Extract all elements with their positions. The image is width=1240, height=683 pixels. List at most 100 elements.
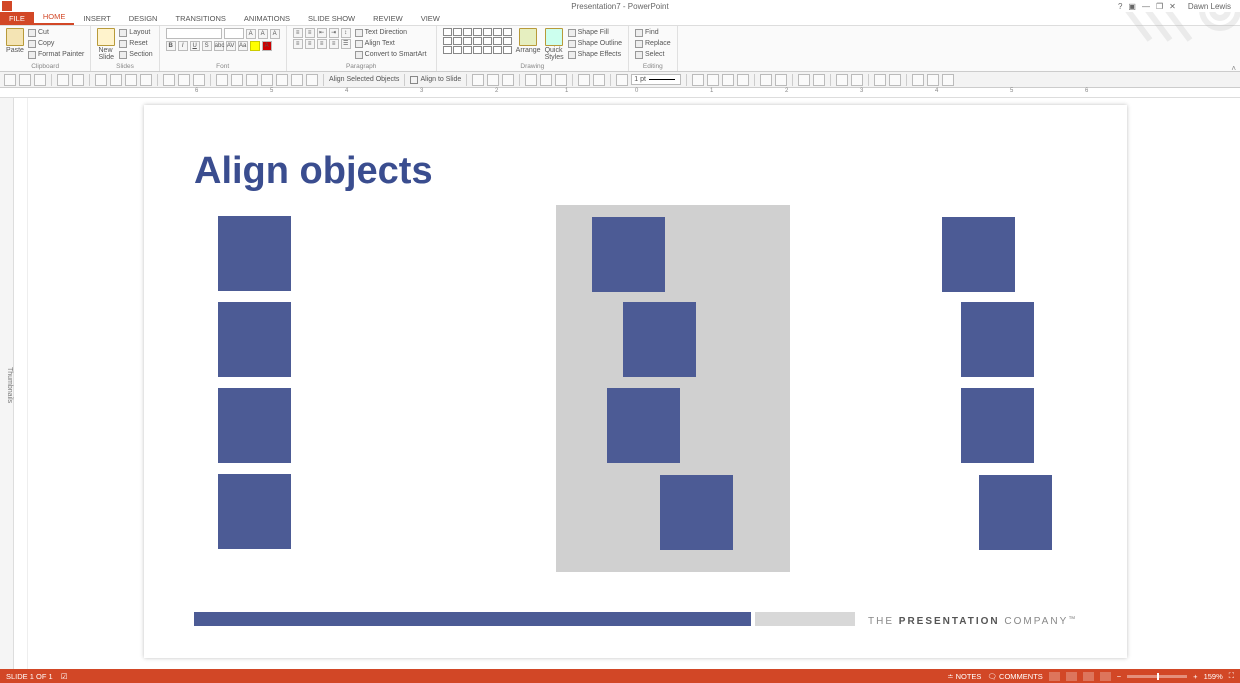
- decrease-font-button[interactable]: A: [258, 29, 268, 39]
- slide-info[interactable]: SLIDE 1 OF 1: [6, 672, 53, 681]
- qat-redo-button[interactable]: [72, 74, 84, 86]
- tab-view[interactable]: VIEW: [412, 12, 449, 25]
- shape-square[interactable]: [961, 388, 1034, 463]
- tb-button[interactable]: [616, 74, 628, 86]
- tb-button[interactable]: [912, 74, 924, 86]
- user-name[interactable]: Dawn Lewis: [1187, 2, 1232, 11]
- convert-smartart-button[interactable]: Convert to SmartArt: [355, 50, 427, 60]
- qat-undo-button[interactable]: [57, 74, 69, 86]
- clear-format-button[interactable]: A: [270, 29, 280, 39]
- ribbon-options-icon[interactable]: ▣: [1127, 2, 1137, 11]
- highlight-button[interactable]: [250, 41, 260, 51]
- increase-font-button[interactable]: A: [246, 29, 256, 39]
- tb-button[interactable]: [927, 74, 939, 86]
- reset-button[interactable]: Reset: [119, 39, 152, 49]
- layout-button[interactable]: Layout: [119, 28, 152, 38]
- tb-button[interactable]: [851, 74, 863, 86]
- comments-button[interactable]: 🗨 COMMENTS: [987, 672, 1042, 681]
- shape-square[interactable]: [218, 388, 291, 463]
- shape-square[interactable]: [961, 302, 1034, 377]
- help-icon[interactable]: ?: [1117, 2, 1123, 11]
- shape-square[interactable]: [660, 475, 733, 550]
- copy-button[interactable]: Copy: [28, 39, 84, 49]
- shape-square[interactable]: [942, 217, 1015, 292]
- zoom-in-button[interactable]: +: [1193, 672, 1197, 681]
- thumbnails-pane-collapsed[interactable]: Thumbnails: [0, 98, 14, 669]
- spellcheck-icon[interactable]: ☑: [61, 672, 68, 681]
- tb-button[interactable]: [140, 74, 152, 86]
- shape-square[interactable]: [218, 302, 291, 377]
- tb-button[interactable]: [942, 74, 954, 86]
- align-selected-label[interactable]: Align Selected Objects: [329, 76, 399, 83]
- tb-button[interactable]: [889, 74, 901, 86]
- qat-save-button[interactable]: [4, 74, 16, 86]
- tb-button[interactable]: [836, 74, 848, 86]
- quick-styles-button[interactable]: Quick Styles: [545, 28, 564, 61]
- slide-canvas[interactable]: Align objects THE PRESENTATION COMPANY™: [144, 105, 1127, 658]
- replace-button[interactable]: Replace: [635, 39, 671, 49]
- zoom-out-button[interactable]: −: [1117, 672, 1121, 681]
- align-center-button[interactable]: ≡: [305, 39, 315, 49]
- font-color-button[interactable]: A: [262, 41, 272, 51]
- zoom-level[interactable]: 159%: [1204, 672, 1223, 681]
- tb-button[interactable]: [555, 74, 567, 86]
- tb-button[interactable]: [874, 74, 886, 86]
- align-to-slide-checkbox[interactable]: Align to Slide: [410, 76, 461, 84]
- tb-button[interactable]: [125, 74, 137, 86]
- shape-square[interactable]: [979, 475, 1052, 550]
- cut-button[interactable]: Cut: [28, 28, 84, 38]
- tb-button[interactable]: [692, 74, 704, 86]
- tb-button[interactable]: [178, 74, 190, 86]
- strike-button[interactable]: abc: [214, 41, 224, 51]
- tb-button[interactable]: [737, 74, 749, 86]
- tab-file[interactable]: FILE: [0, 12, 34, 25]
- view-reading-button[interactable]: [1083, 672, 1094, 681]
- tb-button[interactable]: [472, 74, 484, 86]
- weight-combo[interactable]: 1 pt: [631, 74, 681, 85]
- slide-viewport[interactable]: Align objects THE PRESENTATION COMPANY™: [14, 98, 1240, 669]
- minimize-icon[interactable]: —: [1141, 2, 1151, 11]
- tab-transitions[interactable]: TRANSITIONS: [166, 12, 234, 25]
- qat-print-button[interactable]: [34, 74, 46, 86]
- tb-button[interactable]: [775, 74, 787, 86]
- view-normal-button[interactable]: [1049, 672, 1060, 681]
- columns-button[interactable]: ☰: [341, 39, 351, 49]
- tab-insert[interactable]: INSERT: [74, 12, 119, 25]
- bold-button[interactable]: B: [166, 41, 176, 51]
- align-left-button[interactable]: ≡: [293, 39, 303, 49]
- tb-button[interactable]: [276, 74, 288, 86]
- view-slideshow-button[interactable]: [1100, 672, 1111, 681]
- restore-icon[interactable]: ❐: [1155, 2, 1164, 11]
- tb-button[interactable]: [593, 74, 605, 86]
- zoom-slider[interactable]: [1127, 675, 1187, 678]
- tb-button[interactable]: [798, 74, 810, 86]
- decrease-indent-button[interactable]: ⇤: [317, 28, 327, 38]
- notes-button[interactable]: ≐ NOTES: [947, 672, 981, 681]
- shape-outline-button[interactable]: Shape Outline: [568, 39, 622, 49]
- fit-to-window-button[interactable]: ⛶: [1229, 671, 1234, 681]
- tb-button[interactable]: [110, 74, 122, 86]
- spacing-button[interactable]: AV: [226, 41, 236, 51]
- shape-square[interactable]: [592, 217, 665, 292]
- shadow-button[interactable]: S: [202, 41, 212, 51]
- tab-design[interactable]: DESIGN: [120, 12, 167, 25]
- tb-button[interactable]: [231, 74, 243, 86]
- tab-slideshow[interactable]: SLIDE SHOW: [299, 12, 364, 25]
- tb-button[interactable]: [813, 74, 825, 86]
- tb-button[interactable]: [216, 74, 228, 86]
- font-family-combo[interactable]: [166, 28, 222, 39]
- shape-effects-button[interactable]: Shape Effects: [568, 50, 622, 60]
- paste-button[interactable]: Paste: [6, 28, 24, 54]
- view-sorter-button[interactable]: [1066, 672, 1077, 681]
- font-size-combo[interactable]: [224, 28, 244, 39]
- section-button[interactable]: Section: [119, 50, 152, 60]
- shape-fill-button[interactable]: Shape Fill: [568, 28, 622, 38]
- align-text-button[interactable]: Align Text: [355, 39, 427, 49]
- justify-button[interactable]: ≡: [329, 39, 339, 49]
- shape-square[interactable]: [607, 388, 680, 463]
- tb-button[interactable]: [578, 74, 590, 86]
- shape-square[interactable]: [218, 216, 291, 291]
- tb-button[interactable]: [540, 74, 552, 86]
- tab-animations[interactable]: ANIMATIONS: [235, 12, 299, 25]
- tb-button[interactable]: [760, 74, 772, 86]
